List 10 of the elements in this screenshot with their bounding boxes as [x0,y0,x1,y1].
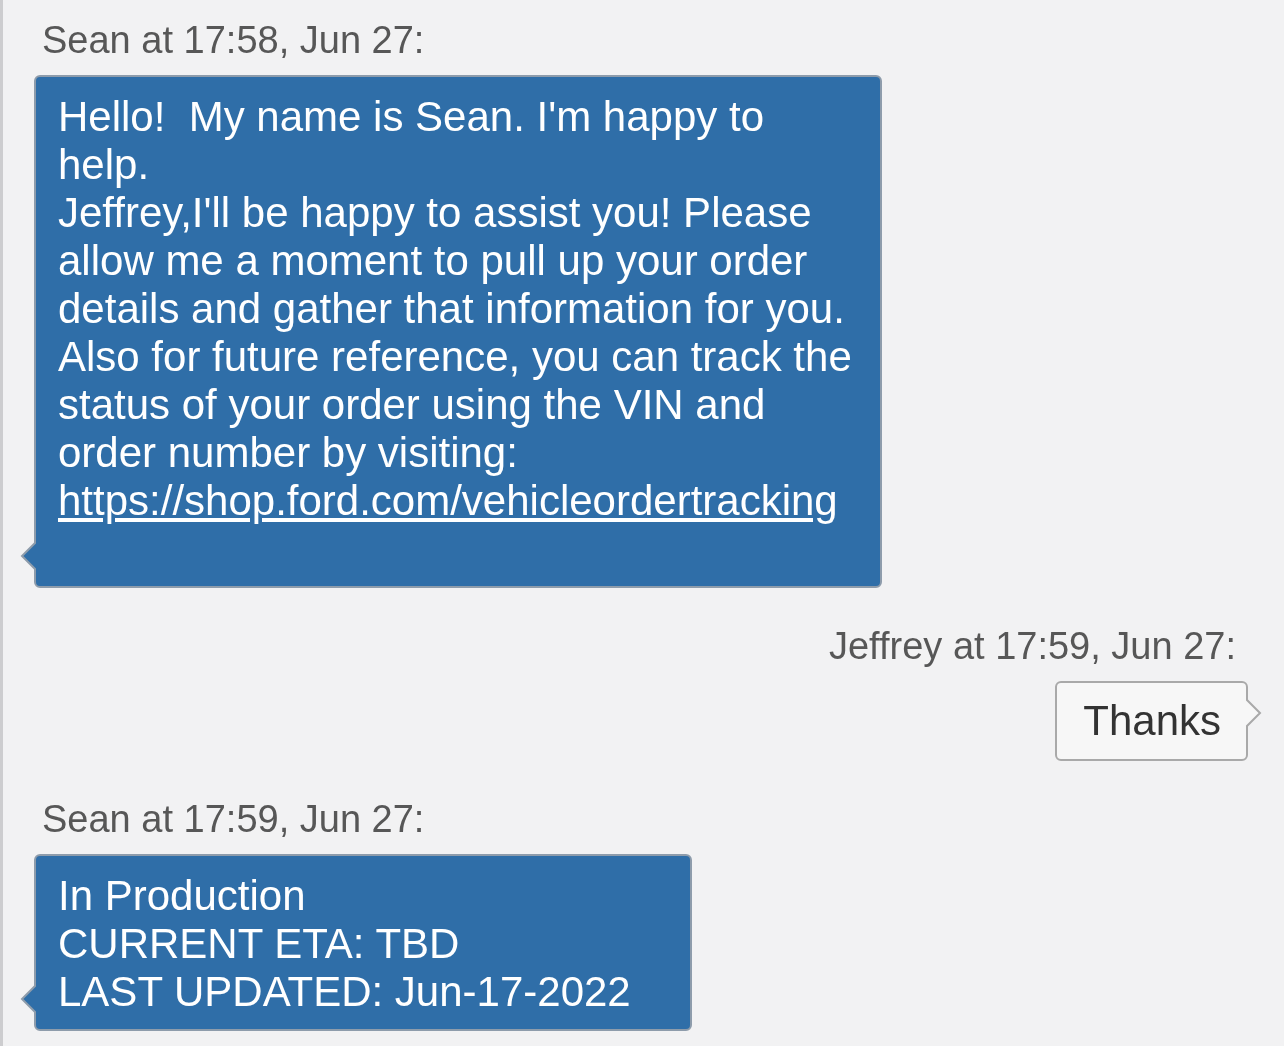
message-timestamp: Jeffrey at 17:59, Jun 27: [829,624,1236,668]
message-text: Thanks [1083,697,1221,745]
message-text: CURRENT ETA: TBD [58,920,461,968]
message-text: In Production [58,872,307,920]
message-text: LAST UPDATED: Jun-17-2022 [58,968,632,1016]
message-timestamp: Sean at 17:59, Jun 27: [42,797,425,841]
message-link[interactable]: https://shop.ford.com/vehicleordertracking [58,477,838,525]
message-timestamp: Sean at 17:58, Jun 27: [42,18,425,62]
message-text: Jeffrey,I'll be happy to assist you! Please allow me a moment to pull up your order details and gather that information for you. Also for future reference, you can track the status of your order using the VIN and order number by visiting: [58,189,853,477]
message-text: Hello! My name is Sean. I'm happy to help. [58,93,765,189]
